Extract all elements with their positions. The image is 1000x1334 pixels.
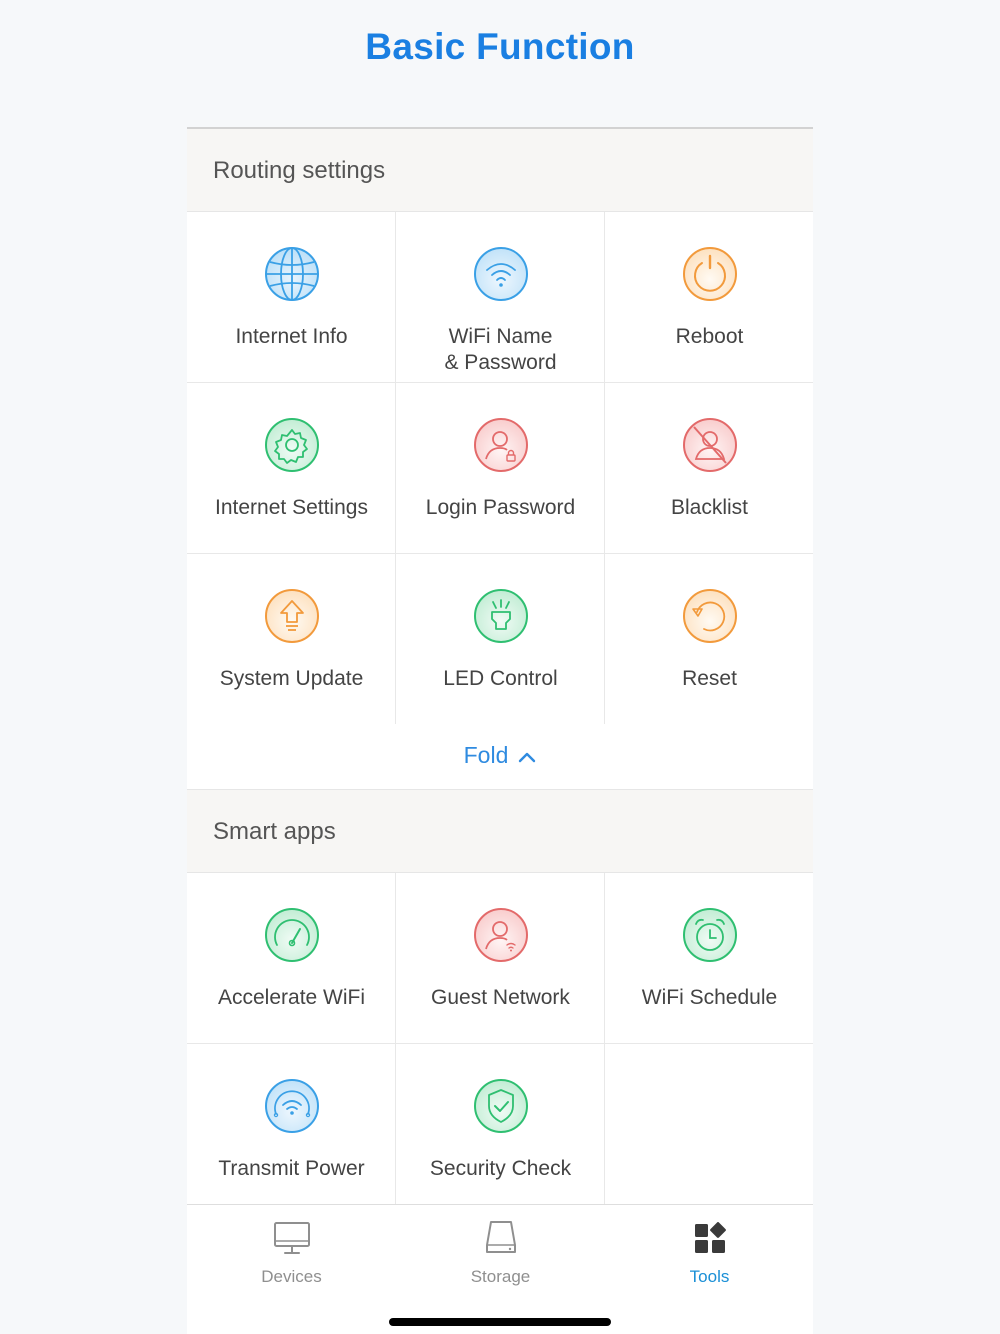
blacklist-label: Blacklist [670,496,749,519]
gear-icon [265,418,319,472]
reset-item[interactable]: Reset [605,554,813,725]
section-title: Routing settings [213,157,386,184]
page-title: Basic Function [365,26,635,67]
monitor-icon [274,1222,310,1254]
alarm-clock-icon [683,908,737,962]
tools-panel: Routing settings Internet Info WiFi Name… [187,127,813,1334]
reset-label: Reset [682,667,737,690]
tab-bar: Devices Storage Tools [187,1204,813,1334]
user-blocked-icon [683,418,737,472]
blacklist-item[interactable]: Blacklist [605,383,813,554]
wifi-name-password-item[interactable]: WiFi Name & Password [396,212,605,383]
home-indicator [389,1318,611,1326]
login-password-item[interactable]: Login Password [396,383,605,554]
wifi-schedule-label: WiFi Schedule [641,986,778,1009]
internet-info-item[interactable]: Internet Info [187,212,396,383]
tab-label: Devices [261,1267,322,1286]
led-control-label: LED Control [443,667,558,690]
reboot-item[interactable]: Reboot [605,212,813,383]
transmit-power-item[interactable]: Transmit Power [187,1044,396,1215]
upload-icon [265,589,319,643]
security-check-label: Security Check [429,1157,572,1180]
tab-storage[interactable]: Storage [396,1217,605,1297]
system-update-item[interactable]: System Update [187,554,396,725]
reboot-label: Reboot [675,325,744,348]
shield-check-icon [474,1079,528,1133]
login-password-label: Login Password [425,496,576,519]
wifi-schedule-item[interactable]: WiFi Schedule [605,873,813,1044]
section-title: Smart apps [213,818,336,845]
reset-icon [683,589,737,643]
tools-grid-icon [695,1222,726,1253]
security-check-item[interactable]: Security Check [396,1044,605,1215]
speedometer-icon [265,908,319,962]
tab-devices[interactable]: Devices [187,1217,396,1297]
fold-label: Fold [463,742,509,768]
accelerate-wifi-label: Accelerate WiFi [217,986,366,1009]
system-update-label: System Update [219,667,364,690]
guest-network-item[interactable]: Guest Network [396,873,605,1044]
user-lock-icon [474,418,528,472]
signal-power-icon [265,1079,319,1133]
accelerate-wifi-item[interactable]: Accelerate WiFi [187,873,396,1044]
internet-info-label: Internet Info [235,325,348,348]
hard-drive-icon [486,1221,516,1253]
internet-settings-label: Internet Settings [215,496,368,519]
wifi-icon [474,247,528,301]
internet-settings-item[interactable]: Internet Settings [187,383,396,554]
tab-label: Storage [470,1267,531,1286]
power-icon [683,247,737,301]
wifi-name-password-label: WiFi Name & Password [444,325,557,374]
transmit-power-label: Transmit Power [218,1157,365,1180]
guest-network-label: Guest Network [431,986,570,1009]
tab-label: Tools [689,1267,730,1286]
led-control-item[interactable]: LED Control [396,554,605,725]
globe-icon [265,247,319,301]
fold-toggle[interactable]: Fold [187,724,813,790]
empty-cell [605,1044,813,1215]
chevron-up-icon [519,752,536,763]
led-light-icon [474,589,528,643]
guest-user-icon [474,908,528,962]
routing-settings-header: Routing settings [187,129,813,212]
smart-apps-header: Smart apps [187,790,813,873]
tab-tools[interactable]: Tools [605,1217,814,1297]
